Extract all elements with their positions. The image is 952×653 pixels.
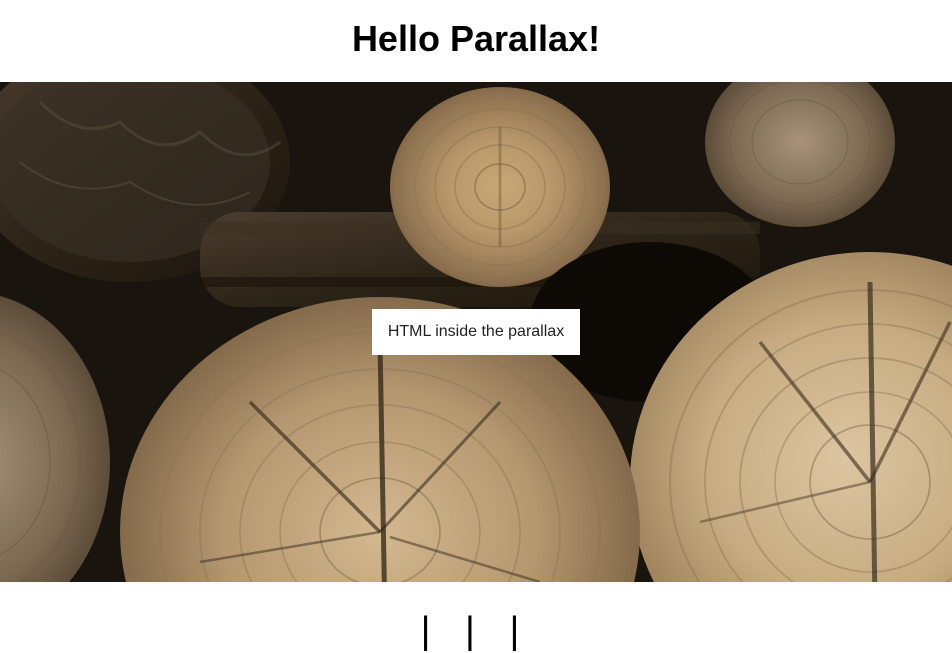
parallax-overlay-card: HTML inside the parallax [372,309,580,355]
parallax-section: HTML inside the parallax [0,82,952,582]
page-title: Hello Parallax! [0,0,952,82]
tally-text: | | | [421,610,532,652]
below-section: | | | [0,582,952,653]
parallax-overlay-text: HTML inside the parallax [388,323,564,340]
